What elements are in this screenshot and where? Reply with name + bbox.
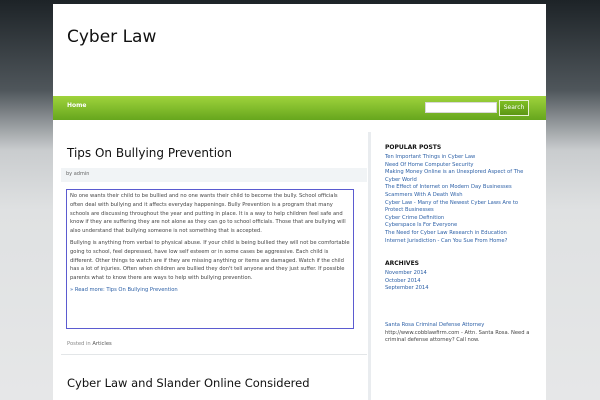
sidebar-ad: Santa Rosa Criminal Defense Attorney htt…	[385, 322, 535, 345]
popular-post-link[interactable]: Cyberspace Is For Everyone	[385, 222, 535, 230]
read-more-link[interactable]: » Read more: Tips On Bullying Prevention	[70, 286, 350, 295]
site-title[interactable]: Cyber Law	[67, 27, 156, 47]
post-divider	[61, 354, 367, 355]
archives-heading: ARCHIVES	[385, 260, 419, 267]
popular-posts-heading: POPULAR POSTS	[385, 144, 442, 151]
popular-post-link[interactable]: The Need for Cyber Law Research in Educa…	[385, 230, 535, 238]
post-title[interactable]: Tips On Bullying Prevention	[67, 146, 232, 160]
main-content: Tips On Bullying Prevention by admin No …	[53, 132, 368, 400]
popular-post-link[interactable]: Making Money Online is an Unexplored Asp…	[385, 169, 535, 184]
post-byline-bar: by admin	[61, 168, 367, 182]
popular-post-link[interactable]: Ten Important Things in Cyber Law	[385, 154, 535, 162]
popular-post-link[interactable]: Need Of Home Computer Security	[385, 162, 535, 170]
archive-link[interactable]: September 2014	[385, 285, 535, 293]
sidebar: POPULAR POSTS Ten Important Things in Cy…	[371, 132, 546, 400]
category-link[interactable]: Articles	[92, 341, 111, 347]
nav-home-link[interactable]: Home	[67, 102, 86, 109]
site-header: Cyber Law	[53, 4, 546, 94]
post-category-line: Posted in Articles	[67, 341, 112, 347]
popular-post-link[interactable]: Cyber Crime Definition	[385, 215, 535, 223]
archives-list: November 2014 October 2014 September 201…	[385, 270, 535, 293]
post-byline: by admin	[66, 171, 90, 177]
nav-bar: Home Search	[53, 96, 546, 120]
archive-link[interactable]: October 2014	[385, 278, 535, 286]
post-excerpt: No one wants their child to be bullied a…	[66, 189, 354, 329]
popular-posts-list: Ten Important Things in Cyber Law Need O…	[385, 154, 535, 245]
excerpt-paragraph: Bullying is anything from verbal to phys…	[70, 239, 350, 282]
search-input[interactable]	[425, 102, 497, 113]
archive-link[interactable]: November 2014	[385, 270, 535, 278]
post-title[interactable]: Cyber Law and Slander Online Considered	[67, 376, 310, 390]
ad-text: http://www.cobblawfirm.com - Attn. Santa…	[385, 329, 530, 344]
excerpt-paragraph: No one wants their child to be bullied a…	[70, 193, 346, 235]
page-container: Cyber Law Home Search Tips On Bullying P…	[53, 4, 546, 400]
ad-link[interactable]: Santa Rosa Criminal Defense Attorney	[385, 322, 535, 330]
popular-post-link[interactable]: Cyber Law - Many of the Newest Cyber Law…	[385, 200, 535, 215]
search-button[interactable]: Search	[499, 100, 529, 116]
popular-post-link[interactable]: The Effect of Internet on Modern Day Bus…	[385, 184, 535, 192]
popular-post-link[interactable]: Scammers With A Death Wish	[385, 192, 535, 200]
posted-in-label: Posted in	[67, 341, 91, 347]
popular-post-link[interactable]: Internet Jurisdiction - Can You Sue From…	[385, 238, 535, 246]
